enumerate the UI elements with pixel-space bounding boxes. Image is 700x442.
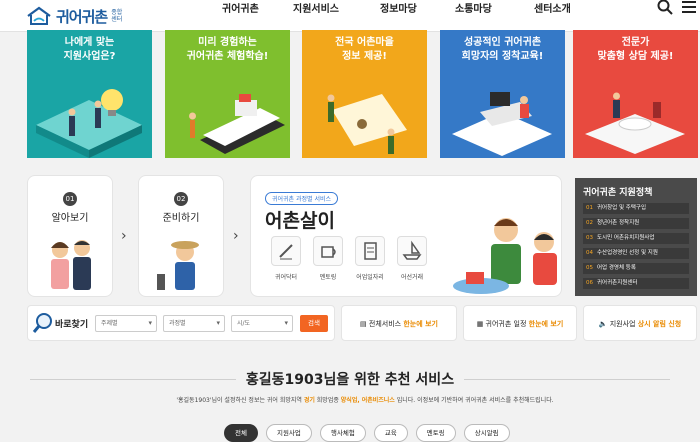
nav-item-support[interactable]: 지원서비스 [293,0,339,15]
link-highlight: 한눈에 보기 [403,320,438,328]
menu-icon[interactable] [680,0,698,16]
icon-caption: 귀어닥터 [274,274,298,281]
service-tag: 귀어귀촌 과정별 서비스 [265,192,339,205]
topic-select[interactable]: 주제별 [95,315,157,332]
search-label: 바로찾기 [55,320,89,330]
link-highlight: 상시 알림 신청 [637,320,682,328]
search-button[interactable]: 검색 [300,315,328,332]
logo-subtext: 종합센터 [111,9,123,23]
site-logo[interactable]: 귀어귀촌 종합센터 [26,5,125,27]
couple-illustration [51,240,91,290]
fisherman-illustration [157,241,199,290]
boat-icon [402,240,422,260]
list-icon: ▤ [360,320,369,328]
banner-line2: 정보 제공! [342,51,387,62]
course-select[interactable]: 과정별 [163,315,225,332]
link-text: 귀어귀촌 일정 [485,320,529,328]
schedule-link[interactable]: ▦ 귀어귀촌 일정 한눈에 보기 [463,305,577,341]
banner-line1: 전국 어촌마을 [335,37,394,48]
step-label: 준비하기 [162,213,200,224]
banner-line2: 지원사업은? [63,51,116,62]
banner-line1: 미리 경험하는 [198,37,257,48]
all-services-link[interactable]: ▤ 전체서비스 한눈에 보기 [341,305,457,341]
search-icon[interactable] [656,0,674,16]
cup-icon [321,246,336,258]
recommend-tabs: 전체 지원사업 행사체험 교육 멘토링 상시알림 [224,424,510,442]
step-number: 01 [63,192,77,206]
tab-support[interactable]: 지원사업 [265,424,312,442]
step-label: 알아보기 [51,213,89,224]
recommend-title: 홍길동1903님을 위한 추천 서비스 [0,369,700,389]
chevron-right-icon: › [233,228,239,244]
logo-text: 귀어귀촌 [56,7,108,26]
link-highlight: 한눈에 보기 [528,320,564,328]
icon-caption: 멘토링 [319,274,337,281]
tab-events[interactable]: 행사체험 [319,424,366,442]
quick-search-bar: 바로찾기 주제별 과정별 시/도 검색 [27,305,335,341]
nav-item-return[interactable]: 귀어귀촌 [222,0,259,15]
banner-line1: 나에게 맞는 [64,37,115,48]
speaker-icon: 🔈 [598,320,610,328]
link-text: 지원사업 [609,320,638,328]
tab-education[interactable]: 교육 [373,424,408,442]
banner-consulting[interactable]: 전문가맞춤형 상담 제공! [573,30,698,158]
pencil-icon [279,244,293,260]
mentoring-service-button[interactable] [313,236,343,266]
nav-item-info[interactable]: 정보마당 [380,0,417,15]
tab-alerts[interactable]: 상시알림 [463,424,510,442]
support-policy-panel: 귀어귀촌 지원정책 01 귀어창업 및 주택구입 02 청년어촌 정착지원 03 도시… [575,178,697,296]
step-prepare[interactable]: 02 준비하기 [138,175,224,297]
banner-line2: 희망자의 정착교육! [461,51,544,62]
policy-item[interactable]: 06 귀어귀촌지원센터 [583,278,689,289]
step-learn[interactable]: 01 알아보기 [27,175,113,297]
tab-mentoring[interactable]: 멘토링 [415,424,456,442]
calendar-icon: ▦ [476,320,486,328]
banner-line2: 귀어귀촌 체험학습! [186,51,269,62]
nav-item-about[interactable]: 센터소개 [534,0,571,15]
eochon-title: 어촌살이 [265,210,335,232]
alert-subscribe-link[interactable]: 🔈 지원사업 상시 알림 신청 [583,305,697,341]
link-text: 전체서비스 [368,320,404,328]
banner-line1: 성공적인 귀어귀촌 [463,37,542,48]
icon-caption: 어업일자리 [356,274,384,281]
policy-item[interactable]: 01 귀어창업 및 주택구입 [583,203,689,214]
nav-item-community[interactable]: 소통마당 [455,0,492,15]
policy-item[interactable]: 04 수산업경영인 선정 및 지원 [583,248,689,259]
banner-find-support[interactable]: 나에게 맞는지원사업은? [27,30,152,158]
banner-settlement-education[interactable]: 성공적인 귀어귀촌희망자의 정착교육! [440,30,565,158]
eochon-service-box: 귀어귀촌 과정별 서비스 어촌살이 귀어닥터 멘토링 어업일자리 어선거래 [250,175,562,297]
magnifier-icon [32,313,52,333]
document-icon [364,242,377,260]
banner-line2: 맞춤형 상담 제공! [597,51,674,62]
recommend-description: '홍길동1903'님이 설정하신 정보는 귀어 희망지역 경기 희망업종 양식업… [176,397,554,404]
policy-title: 귀어귀촌 지원정책 [583,188,653,198]
policy-item[interactable]: 05 어업 경영체 등록 [583,263,689,274]
policy-item[interactable]: 03 도시민 어촌유치지원사업 [583,233,689,244]
jobs-service-button[interactable] [355,236,385,266]
region-select[interactable]: 시/도 [231,315,293,332]
tab-all[interactable]: 전체 [224,424,258,442]
banner-line1: 전문가 [621,37,650,48]
icon-caption: 어선거래 [400,274,424,281]
policy-item[interactable]: 02 청년어촌 정착지원 [583,218,689,229]
house-logo-icon [27,6,51,25]
fishermen-illustration [453,218,557,294]
chevron-right-icon: › [121,228,127,244]
boat-trade-service-button[interactable] [397,236,427,266]
banner-village-info[interactable]: 전국 어촌마을정보 제공! [302,30,427,158]
banner-experience[interactable]: 미리 경험하는귀어귀촌 체험학습! [165,30,290,158]
site-header: 귀어귀촌 종합센터 귀어귀촌 지원서비스 정보마당 소통마당 센터소개 [0,0,700,32]
step-number: 02 [174,192,188,206]
doctor-service-button[interactable] [271,236,301,266]
